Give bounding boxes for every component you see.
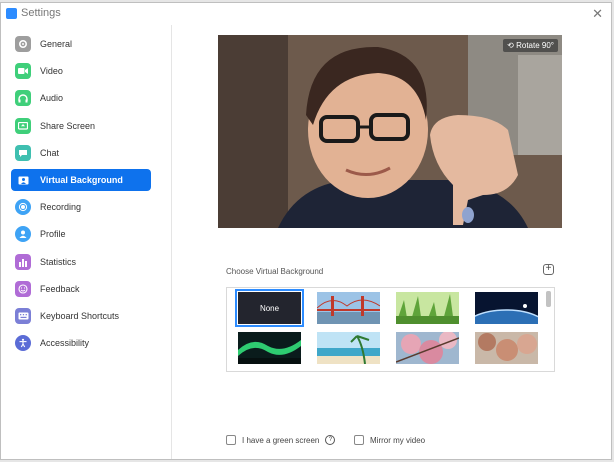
- sidebar-item-label: General: [40, 39, 73, 49]
- sidebar-item-label: Video: [40, 66, 63, 76]
- none-label: None: [259, 303, 280, 313]
- rotate-button[interactable]: ⟲ Rotate 90°: [503, 39, 558, 52]
- sidebar-item-feedback[interactable]: Feedback: [11, 278, 151, 300]
- background-thumb-earth[interactable]: [475, 292, 538, 324]
- share-screen-icon: [15, 118, 31, 134]
- green-screen-checkbox[interactable]: [226, 435, 236, 445]
- sidebar-item-label: Virtual Background: [40, 175, 123, 185]
- user-icon: [15, 226, 31, 242]
- sidebar-item-label: Keyboard Shortcuts: [40, 311, 120, 321]
- background-thumb-beach[interactable]: [317, 332, 380, 364]
- window-title: Settings: [21, 7, 61, 19]
- background-thumb-grass[interactable]: [396, 292, 459, 324]
- gear-icon: [15, 36, 31, 52]
- camera-preview-image: [218, 35, 562, 228]
- virtual-background-panel: ⟲ Rotate 90° Choose Virtual Background +…: [172, 25, 611, 459]
- sidebar-item-video[interactable]: Video: [11, 60, 151, 82]
- mirror-video-checkbox[interactable]: [354, 435, 364, 445]
- sidebar-item-label: Accessibility: [40, 338, 90, 348]
- close-icon[interactable]: ✕: [592, 6, 603, 22]
- sidebar-item-label: Share Screen: [40, 121, 96, 131]
- zoom-app-icon: [6, 8, 17, 19]
- sidebar-item-chat[interactable]: Chat: [11, 142, 151, 164]
- sidebar-item-profile[interactable]: Profile: [11, 223, 151, 245]
- rotate-icon: ⟲: [507, 41, 517, 50]
- background-thumb-none[interactable]: None: [235, 289, 304, 327]
- bar-chart-icon: [15, 254, 31, 270]
- background-thumb-golden-gate[interactable]: [317, 292, 380, 324]
- background-list: None: [226, 287, 555, 372]
- background-list-scrollbar[interactable]: [546, 291, 551, 307]
- sidebar-item-general[interactable]: General: [11, 33, 151, 55]
- sidebar-item-label: Audio: [40, 93, 64, 103]
- headphones-icon: [15, 90, 31, 106]
- record-icon: [15, 199, 31, 215]
- accessibility-icon: [15, 335, 31, 351]
- person-portrait-icon: [15, 172, 31, 188]
- rotate-label: Rotate 90°: [516, 41, 554, 50]
- sidebar-item-audio[interactable]: Audio: [11, 87, 151, 109]
- choose-background-title: Choose Virtual Background: [226, 267, 324, 276]
- sidebar-item-label: Feedback: [40, 284, 80, 294]
- mirror-video-option[interactable]: Mirror my video: [354, 435, 425, 445]
- sidebar-item-accessibility[interactable]: Accessibility: [11, 332, 151, 354]
- green-screen-label: I have a green screen: [242, 435, 320, 445]
- sidebar-item-label: Chat: [40, 148, 60, 158]
- sidebar-item-label: Statistics: [40, 257, 77, 267]
- chat-bubble-icon: [15, 145, 31, 161]
- help-icon[interactable]: ?: [325, 435, 336, 445]
- green-screen-option[interactable]: I have a green screen ?: [226, 435, 336, 445]
- smiley-icon: [15, 281, 31, 297]
- background-thumb-cherry-blossom-1[interactable]: [396, 332, 459, 364]
- sidebar-item-label: Recording: [40, 202, 82, 212]
- add-background-icon[interactable]: +: [543, 264, 554, 275]
- settings-window: Settings ✕ General Video Audio Share Scr…: [0, 2, 612, 460]
- background-thumb-aurora[interactable]: [238, 332, 301, 364]
- keyboard-icon: [15, 308, 31, 324]
- video-camera-icon: [15, 63, 31, 79]
- sidebar-item-share-screen[interactable]: Share Screen: [11, 115, 151, 137]
- background-thumb-cherry-blossom-2[interactable]: [475, 332, 538, 364]
- settings-sidebar: General Video Audio Share Screen Chat Vi…: [1, 25, 172, 459]
- sidebar-item-virtual-background[interactable]: Virtual Background: [11, 169, 151, 191]
- mirror-video-label: Mirror my video: [370, 435, 426, 445]
- sidebar-item-label: Profile: [40, 229, 66, 239]
- title-bar: Settings ✕: [1, 3, 611, 25]
- sidebar-item-statistics[interactable]: Statistics: [11, 251, 151, 273]
- sidebar-item-recording[interactable]: Recording: [11, 196, 151, 218]
- camera-preview: ⟲ Rotate 90°: [218, 35, 562, 228]
- sidebar-item-keyboard-shortcuts[interactable]: Keyboard Shortcuts: [11, 305, 151, 327]
